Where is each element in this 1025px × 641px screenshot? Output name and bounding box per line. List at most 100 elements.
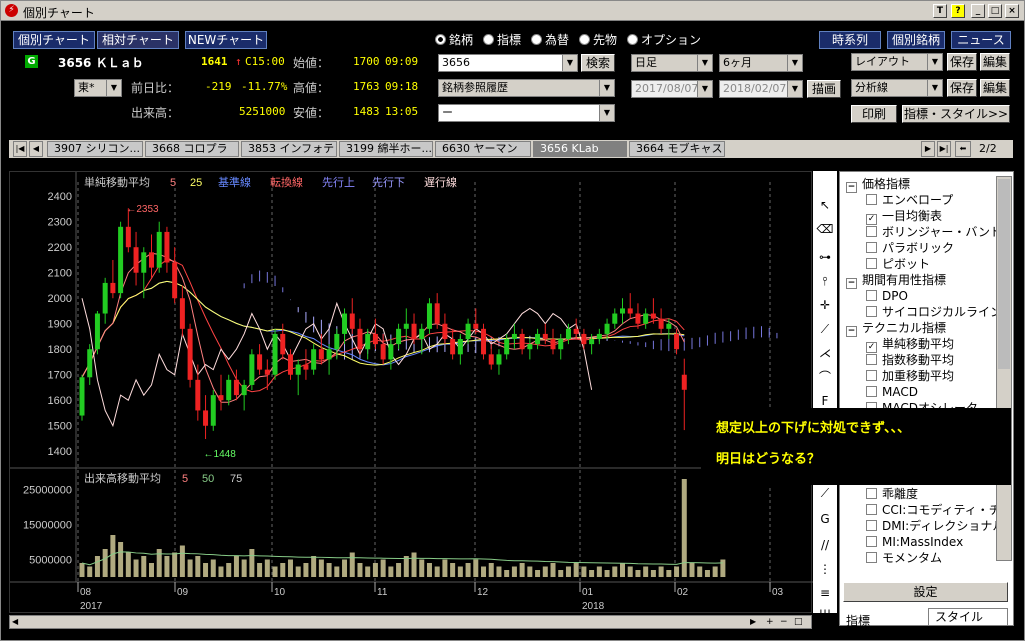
cross-line-icon[interactable]: ✛	[815, 295, 835, 315]
date-to-input[interactable]: 2018/02/07 ▼	[719, 80, 803, 98]
maximize-button[interactable]: □	[988, 4, 1002, 18]
gann-fan-icon[interactable]: G	[815, 509, 835, 529]
price-chart[interactable]: 1400 1500 1600 1700 1800 1900 2000 2100 2200 2300…	[10, 172, 813, 614]
fibonacci-arc-icon[interactable]: ⌒	[815, 367, 835, 387]
close-button[interactable]: ×	[1005, 4, 1019, 18]
analysis-save-button[interactable]: 保存	[947, 79, 977, 97]
tree-item[interactable]: サイコロジカルライン	[866, 304, 1002, 320]
back-arrow-icon[interactable]: ⬅	[955, 141, 971, 157]
pointer-icon[interactable]: ↖	[815, 195, 835, 215]
zoom-out-icon[interactable]: −	[780, 617, 788, 627]
radio-option[interactable]: オプション	[627, 31, 701, 48]
tree-item[interactable]: CCI:コモディティ・チャ	[866, 502, 1013, 518]
channel-line-icon[interactable]: ⟋	[815, 483, 835, 503]
search-button[interactable]: 検索	[581, 54, 615, 72]
retracement-icon[interactable]: ⋮	[815, 559, 835, 579]
checkbox-icon[interactable]	[866, 488, 877, 499]
analysis-edit-button[interactable]: 編集	[980, 79, 1010, 97]
interval-select[interactable]: 日足 ▼	[631, 54, 713, 72]
tree-scrollbar[interactable]	[996, 176, 1012, 561]
checkbox-icon[interactable]	[866, 194, 877, 205]
scroll-thumb[interactable]	[998, 179, 1010, 369]
tree-item[interactable]: DMI:ディレクショナル	[866, 518, 1004, 534]
prev-tab-icon[interactable]: ◀	[29, 141, 43, 157]
tree-item[interactable]: 指数移動平均	[866, 352, 954, 368]
help-button[interactable]: ?	[951, 4, 965, 18]
indicator-style-button[interactable]: 指標・スタイル>>	[902, 105, 1010, 123]
collapse-icon[interactable]: −	[846, 182, 857, 193]
chart-area[interactable]: 1400 1500 1600 1700 1800 1900 2000 2100 2200 2300…	[9, 171, 813, 614]
range-select[interactable]: 6ヶ月 ▼	[719, 54, 803, 72]
stock-tab[interactable]: 3664 モブキャス	[629, 141, 725, 157]
stock-tab[interactable]: 3668 コロプラ	[145, 141, 239, 157]
tree-category[interactable]: − テクニカル指標	[846, 320, 946, 337]
tree-item[interactable]: ボリンジャー・バンド	[866, 224, 1002, 240]
chart-scrollbar[interactable]: ◀ ▶ + − □	[9, 615, 812, 629]
tree-item[interactable]: ✓ 一目均衡表	[866, 208, 942, 225]
tree-category[interactable]: − 期間有用性指標	[846, 272, 946, 289]
collapse-icon[interactable]: −	[846, 278, 857, 289]
third-select[interactable]: ー ▼	[438, 104, 615, 122]
quad-line-icon[interactable]: ≡	[815, 583, 835, 603]
settings-button[interactable]: 設定	[843, 582, 1008, 602]
checkbox-icon[interactable]	[866, 536, 877, 547]
radio-index[interactable]: 指標	[483, 31, 521, 48]
layout-save-button[interactable]: 保存	[947, 53, 977, 71]
layout-select[interactable]: レイアウト ▼	[851, 53, 943, 71]
radio-stock[interactable]: 銘柄	[435, 31, 473, 48]
individual-stock-button[interactable]: 個別銘柄	[887, 31, 945, 49]
draw-button[interactable]: 描画	[807, 80, 841, 98]
tree-item[interactable]: モメンタム	[866, 550, 942, 566]
stock-tab[interactable]: 3199 綿半ホー...	[339, 141, 433, 157]
tab-style[interactable]: スタイル	[928, 608, 1008, 626]
reset-icon[interactable]: □	[794, 617, 803, 627]
stock-tab[interactable]: 3853 インフォテリ	[241, 141, 337, 157]
cycle-line-icon[interactable]: |||	[815, 605, 835, 625]
stock-tab[interactable]: 3907 シリコン...	[47, 141, 143, 157]
new-chart-button[interactable]: NEWチャート	[185, 31, 267, 49]
fan-line-icon[interactable]: ⋌	[815, 343, 835, 363]
checkbox-icon[interactable]	[866, 290, 877, 301]
font-button[interactable]: T	[933, 4, 947, 18]
layout-edit-button[interactable]: 編集	[980, 53, 1010, 71]
tree-item[interactable]: ✓ 単純移動平均	[866, 336, 954, 353]
checkbox-icon[interactable]	[866, 552, 877, 563]
tree-item[interactable]: ピボット	[866, 256, 930, 272]
checkbox-icon[interactable]	[866, 226, 877, 237]
stock-code-input[interactable]: 3656 ▼	[438, 54, 578, 72]
tree-item[interactable]: 加重移動平均	[866, 368, 954, 384]
radio-futures[interactable]: 先物	[579, 31, 617, 48]
tree-item[interactable]: DPO	[866, 288, 908, 304]
collapse-icon[interactable]: −	[846, 326, 857, 337]
relative-chart-button[interactable]: 相対チャート	[97, 31, 179, 49]
tree-category[interactable]: − 価格指標	[846, 176, 910, 193]
next-tab-icon[interactable]: ▶	[921, 141, 935, 157]
checkbox-icon[interactable]	[866, 504, 877, 515]
parallel-line-icon[interactable]: //	[815, 535, 835, 555]
stock-tab-active[interactable]: 3656 KLab	[533, 141, 627, 157]
scroll-right-icon[interactable]: ▶	[750, 617, 760, 627]
timeseries-button[interactable]: 時系列	[819, 31, 881, 49]
zoom-in-icon[interactable]: +	[766, 617, 774, 627]
trend-line-icon[interactable]: ⟋	[815, 319, 835, 339]
tab-indicator[interactable]: 指標	[846, 612, 870, 629]
date-from-input[interactable]: 2017/08/07 ▼	[631, 80, 713, 98]
minimize-button[interactable]: _	[971, 4, 985, 18]
checkbox-icon[interactable]	[866, 386, 877, 397]
checkbox-icon[interactable]	[866, 354, 877, 365]
checkbox-icon[interactable]	[866, 258, 877, 269]
scroll-left-icon[interactable]: ◀	[12, 617, 22, 627]
checkbox-icon[interactable]	[866, 520, 877, 531]
checkbox-icon[interactable]	[866, 242, 877, 253]
horizontal-line-icon[interactable]: ⊶	[815, 247, 835, 267]
eraser-icon[interactable]: ⌫	[815, 219, 835, 239]
stock-tab[interactable]: 6630 ヤーマン	[435, 141, 531, 157]
tree-item[interactable]: MI:MassIndex	[866, 534, 963, 550]
print-button[interactable]: 印刷	[851, 105, 897, 123]
vertical-line-icon[interactable]: ⫯	[815, 271, 835, 291]
tree-item[interactable]: 乖離度	[866, 486, 918, 502]
checkbox-icon[interactable]	[866, 306, 877, 317]
history-select[interactable]: 銘柄参照履歴 ▼	[438, 79, 615, 97]
exchange-select[interactable]: 東* ▼	[74, 79, 122, 97]
analysis-select[interactable]: 分析線 ▼	[851, 79, 943, 97]
